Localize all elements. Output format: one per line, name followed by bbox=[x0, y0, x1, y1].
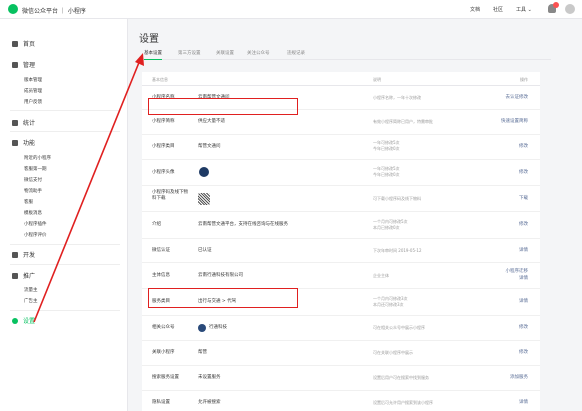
nav-settings[interactable]: 设置 bbox=[12, 316, 35, 325]
highlight-name-row bbox=[148, 98, 298, 115]
page-title: 设置 bbox=[139, 34, 159, 45]
table-row: 小程序头像 一年可修改5次 今年已修改0次 修改 bbox=[142, 160, 540, 186]
stats-icon bbox=[12, 120, 18, 126]
nav-user-feedback[interactable]: 用户反馈 bbox=[24, 99, 42, 105]
sidebar-divider bbox=[10, 110, 120, 111]
table-header: 基本信息 说明 操作 bbox=[142, 72, 540, 86]
row-action-link[interactable]: 详情 bbox=[519, 400, 528, 405]
top-bar: 微信公众平台 ｜ 小程序 文档 社区 工具 ⌄ bbox=[0, 0, 582, 19]
row-action-link[interactable]: 快速设置简称 bbox=[501, 119, 528, 124]
account-avatar[interactable] bbox=[565, 4, 575, 14]
row-action-link[interactable]: 修改 bbox=[519, 325, 528, 330]
nav-features[interactable]: 功能 bbox=[12, 138, 35, 147]
tab-violations[interactable]: 违规记录 bbox=[287, 50, 305, 59]
nav-stats[interactable]: 统计 bbox=[12, 118, 35, 127]
nav-wechat-pay[interactable]: 微信支付 bbox=[24, 177, 42, 183]
table-row: 搜索服务设置 未设置服务 设置后用户可在搜索中找到服务 添加服务 bbox=[142, 366, 540, 391]
sidebar-divider bbox=[10, 264, 120, 265]
row-action-link[interactable]: 详情 bbox=[519, 248, 528, 253]
nav-customer-service-1[interactable]: 客服第一期 bbox=[24, 166, 47, 172]
table-row: 主体信息 云南行通科技有限公司 企业主体 小程序迁移 详情 bbox=[142, 263, 540, 289]
row-action-link[interactable]: 修改 bbox=[519, 144, 528, 149]
nav-advertiser[interactable]: 广告主 bbox=[24, 298, 38, 304]
migrate-link[interactable]: 小程序迁移 bbox=[506, 269, 529, 274]
col-header-action: 操作 bbox=[520, 77, 528, 82]
nav-home[interactable]: 首页 bbox=[12, 39, 35, 48]
table-row: 微信认证 已认证 下次年审时间 2019-05-12 详情 bbox=[142, 239, 540, 263]
code-icon bbox=[12, 252, 18, 258]
highlight-service-category-row bbox=[148, 288, 298, 308]
nav-develop[interactable]: 开发 bbox=[12, 250, 35, 259]
table-row: 小程序类目 帮营文通问 一年可修改5次 今年已修改0次 修改 bbox=[142, 135, 540, 160]
sidebar-divider bbox=[10, 244, 120, 245]
row-action-link[interactable]: 修改 bbox=[519, 170, 528, 175]
nav-customer-service[interactable]: 客服 bbox=[24, 199, 33, 205]
qr-code-image bbox=[198, 193, 210, 205]
nav-promote[interactable]: 推广 bbox=[12, 271, 35, 280]
nav-member-manage[interactable]: 成员管理 bbox=[24, 88, 42, 94]
official-account-icon bbox=[198, 324, 206, 332]
table-row: 隐私设置 允许被搜索 设置后可允许用户搜索到该小程序 详情 bbox=[142, 391, 540, 411]
miniprogram-avatar bbox=[198, 166, 210, 178]
main-content: 设置 基本设置 第三方设置 关联设置 关注公众号 违规记录 基本信息 说明 操作… bbox=[128, 19, 582, 411]
wechat-logo-icon bbox=[8, 4, 18, 14]
nav-reviews[interactable]: 小程序评价 bbox=[24, 232, 47, 238]
nav-manage[interactable]: 管理 bbox=[12, 60, 35, 69]
tab-follow-official[interactable]: 关注公众号 bbox=[247, 50, 270, 59]
home-icon bbox=[12, 41, 18, 47]
col-header-desc: 说明 bbox=[373, 77, 381, 82]
nav-template-message[interactable]: 模板消息 bbox=[24, 210, 42, 216]
row-action-link[interactable]: 修改 bbox=[519, 350, 528, 355]
manage-icon bbox=[12, 62, 18, 68]
settings-gear-icon bbox=[12, 318, 18, 324]
table-row: 介绍 云南帮营文通平台，支持在线咨询与在线服务 一个月内可修改5次 本月已修改0… bbox=[142, 212, 540, 239]
promote-icon bbox=[12, 273, 18, 279]
row-action-link[interactable]: 添加服务 bbox=[510, 375, 528, 380]
nav-traffic-owner[interactable]: 流量主 bbox=[24, 287, 38, 293]
settings-tabs: 基本设置 第三方设置 关联设置 关注公众号 违规记录 bbox=[139, 50, 551, 60]
row-action-link[interactable]: 去认证修改 bbox=[506, 95, 529, 100]
row-action-link[interactable]: 详情 bbox=[519, 299, 528, 304]
docs-link[interactable]: 文档 bbox=[470, 6, 480, 13]
row-action-link[interactable]: 详情 bbox=[519, 276, 528, 281]
features-icon bbox=[12, 140, 18, 146]
nav-logistics[interactable]: 物流助手 bbox=[24, 188, 42, 194]
table-row: 关联小程序 帮营 可在关联小程序中展示 修改 bbox=[142, 341, 540, 366]
tab-third-party[interactable]: 第三方设置 bbox=[178, 50, 201, 59]
sidebar-divider bbox=[10, 131, 120, 132]
community-link[interactable]: 社区 bbox=[493, 6, 503, 13]
sidebar-divider bbox=[10, 310, 120, 311]
notification-badge bbox=[553, 2, 559, 8]
col-header-name: 基本信息 bbox=[152, 77, 168, 82]
table-row: 小程序码及线下物料下载 可下载小程序码及线下物料 下载 bbox=[142, 186, 540, 212]
platform-title: 微信公众平台 ｜ 小程序 bbox=[22, 8, 86, 15]
row-action-link[interactable]: 修改 bbox=[519, 222, 528, 227]
sidebar: 首页 管理 版本管理 成员管理 用户反馈 统计 功能 附近的小程序 客服第一期 … bbox=[0, 19, 128, 411]
nav-version-manage[interactable]: 版本管理 bbox=[24, 77, 42, 83]
tab-related[interactable]: 关联设置 bbox=[216, 50, 234, 59]
table-row: 相关公众号 行通科技 可在相关公众号中展示小程序 修改 bbox=[142, 316, 540, 341]
nav-nearby-miniprogram[interactable]: 附近的小程序 bbox=[24, 155, 51, 161]
settings-table: 基本信息 说明 操作 小程序名称 云南帮营文通问 小程序名称，一年十次修改 去认… bbox=[142, 72, 540, 411]
nav-plugins[interactable]: 小程序插件 bbox=[24, 221, 47, 227]
tools-menu[interactable]: 工具 ⌄ bbox=[516, 6, 532, 13]
tab-basic-settings[interactable]: 基本设置 bbox=[144, 50, 162, 60]
row-action-link[interactable]: 下载 bbox=[519, 196, 528, 201]
